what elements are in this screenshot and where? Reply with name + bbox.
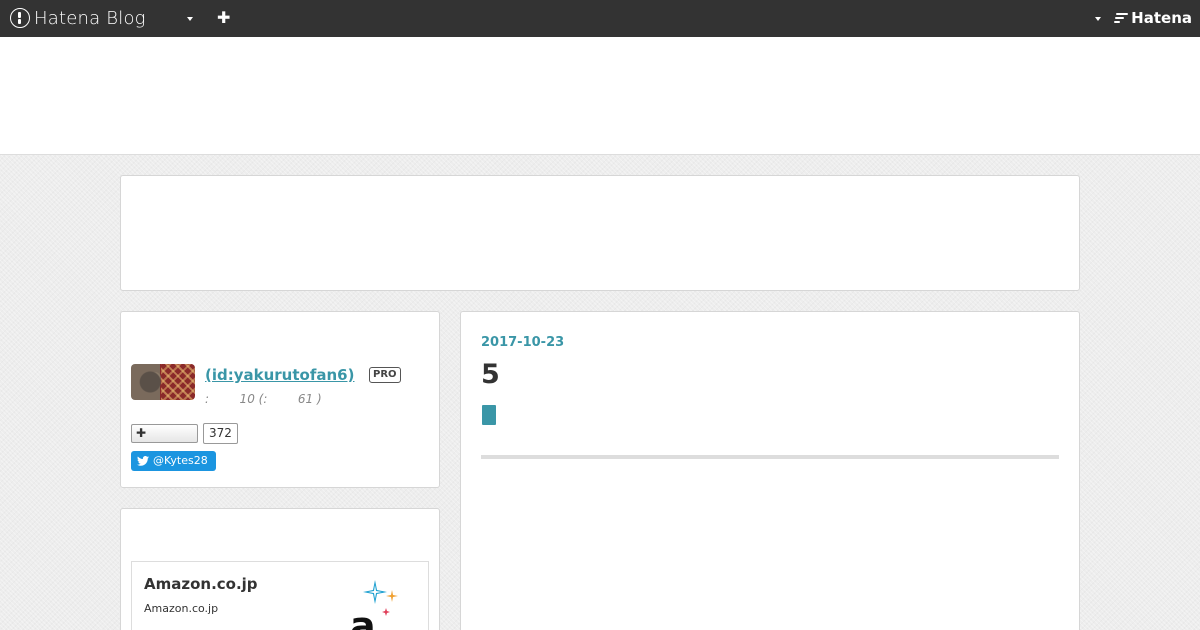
hatena-brand-text: Hatena	[1131, 9, 1192, 27]
entry-article: 2017-10-23 5	[460, 311, 1080, 630]
profile-name-link[interactable]: (id:yakurutofan6)	[205, 366, 354, 384]
global-header: Hatena Blog ✚ Hatena	[0, 0, 1200, 37]
follow-count[interactable]: 372	[203, 423, 238, 444]
avatar-pattern	[161, 364, 195, 400]
avatar[interactable]	[131, 364, 195, 400]
entry-divider	[481, 455, 1059, 459]
amazon-logo-letter: a	[350, 604, 376, 630]
profile-stats: : 10 (: 61 )	[205, 392, 322, 406]
pro-badge: PRO	[369, 367, 401, 383]
hatena-blog-logo[interactable]: Hatena Blog	[10, 7, 146, 29]
hatena-brand-link[interactable]: Hatena	[1114, 9, 1192, 27]
plus-icon[interactable]: ✚	[217, 8, 230, 28]
amazon-logo-icon: a	[350, 580, 398, 630]
twitter-handle: @Kytes28	[153, 454, 208, 467]
menu-caret-icon[interactable]	[187, 17, 193, 21]
twitter-follow-button[interactable]: @Kytes28	[131, 451, 216, 471]
amazon-module: Amazon.co.jp Amazon.co.jp a	[120, 508, 440, 630]
user-menu-caret-icon[interactable]	[1095, 17, 1101, 21]
hatena-mark-icon	[1114, 12, 1129, 24]
entry-date[interactable]: 2017-10-23	[481, 335, 564, 350]
entry-category-tag[interactable]	[482, 405, 496, 425]
blog-header	[0, 37, 1200, 155]
profile-module: (id:yakurutofan6) PRO : 10 (: 61 ) 372 @…	[120, 311, 440, 488]
hatena-logo-icon	[10, 8, 30, 28]
entry-title[interactable]: 5	[481, 359, 500, 390]
logo-text: Hatena Blog	[34, 7, 146, 29]
amazon-subtitle: Amazon.co.jp	[144, 602, 219, 615]
follow-button[interactable]	[131, 424, 198, 443]
amazon-title: Amazon.co.jp	[144, 575, 258, 593]
ad-area	[120, 175, 1080, 291]
twitter-icon	[137, 456, 149, 466]
amazon-card[interactable]: Amazon.co.jp Amazon.co.jp a	[131, 561, 429, 630]
